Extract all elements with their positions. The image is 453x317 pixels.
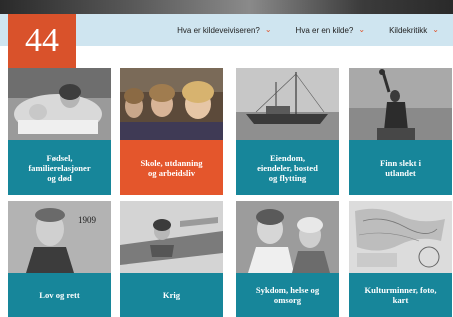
nav-item-label: Kildekritikk [389,25,428,35]
card-label-line: Kulturminner, foto, [364,285,437,295]
nav-item-source-criticism[interactable]: Kildekritikk ⌄ [389,26,439,35]
card-label: Sykdom, helse og omsorg [236,273,339,317]
pilot-in-aircraft-photo [120,201,223,273]
ship-photo [236,68,339,140]
card-label-line: kart [392,295,409,305]
page-number: 44 [25,22,59,59]
card-label-line: eiendeler, bosted [257,162,318,173]
card-label-line: og flytting [268,172,307,183]
card-label-line: Finn slekt i [379,157,422,168]
card-label-line: utlandet [385,167,416,178]
card-label: Fødsel, familierelasjoner og død [8,140,111,195]
card-label: Skole, utdanning og arbeidsliv [120,140,223,195]
prisoner-portrait-photo: 1909 [8,201,111,273]
card-label-line: omsorg [273,295,302,305]
card-label-line: Eiendom, [269,152,306,163]
card-label-line: familierelasjoner [28,162,91,173]
page-number-badge: 44 [8,14,76,68]
nav-item-label: Hva er kildeveiviseren? [177,25,260,35]
card-label-line: og død [47,172,72,183]
card-property-residence-moving[interactable]: Eiendom, eiendeler, bosted og flytting [236,68,339,195]
card-law-and-justice[interactable]: 1909 Lov og rett [8,201,111,317]
schoolchildren-photo [120,68,223,140]
card-label-line: Sykdom, helse og [255,285,320,295]
old-map-photo [349,201,452,273]
card-label-line: Lov og rett [39,290,80,300]
mother-and-baby-photo [8,68,111,140]
card-label: Krig [120,273,223,317]
card-label-line: Krig [162,290,181,300]
chevron-down-icon: ⌄ [358,25,366,34]
card-label-line: og arbeidsliv [147,167,195,178]
photo-caption-year: 1909 [78,215,97,225]
card-school-education-work[interactable]: Skole, utdanning og arbeidsliv [120,68,223,195]
card-war[interactable]: Krig [120,201,223,317]
chevron-down-icon: ⌄ [264,25,272,34]
card-illness-health-care[interactable]: Sykdom, helse og omsorg [236,201,339,317]
card-label: Eiendom, eiendeler, bosted og flytting [236,140,339,195]
card-label-line: Fødsel, [46,152,73,163]
card-label: Lov og rett [8,273,111,317]
chevron-down-icon: ⌄ [432,25,439,34]
card-heritage-photo-maps[interactable]: Kulturminner, foto, kart [349,201,452,317]
nav-item-what-is-source[interactable]: Hva er en kilde? ⌄ [296,26,366,35]
nav-item-about-guide[interactable]: Hva er kildeveiviseren? ⌄ [177,26,271,35]
statue-of-liberty-photo [349,68,452,140]
card-birth-family-death[interactable]: Fødsel, familierelasjoner og død [8,68,111,195]
card-label: Kulturminner, foto, kart [349,273,452,317]
header-photo-strip [0,0,453,14]
nav-item-label: Hva er en kilde? [295,25,354,35]
children-photo [236,201,339,273]
card-family-abroad[interactable]: Finn slekt i utlandet [349,68,452,195]
card-label: Finn slekt i utlandet [349,140,452,195]
card-label-line: Skole, utdanning [140,157,203,168]
